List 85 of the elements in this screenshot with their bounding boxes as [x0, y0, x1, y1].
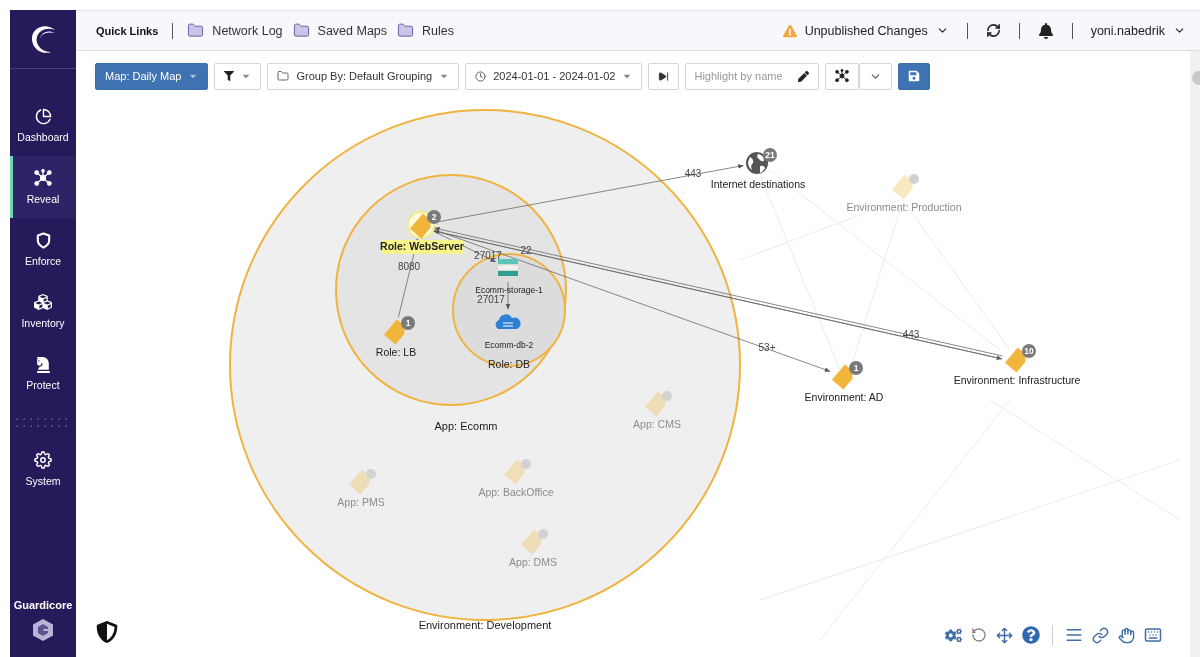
skip-forward-button[interactable]: [648, 62, 680, 90]
sidebar-item[interactable]: System: [10, 438, 76, 500]
logo-icon: [29, 24, 57, 54]
keyboard-button[interactable]: [1144, 626, 1162, 644]
sidebar-item[interactable]: Inventory: [10, 280, 76, 342]
sidebar-item[interactable]: Dashboard: [10, 94, 76, 156]
chess-knight-icon: [34, 355, 52, 373]
help-button[interactable]: [1022, 626, 1040, 644]
warning-icon: [782, 23, 797, 38]
save-icon: [908, 70, 921, 82]
shield-icon: [34, 231, 52, 249]
filter-icon: [224, 71, 235, 81]
group-by-dropdown[interactable]: Group By: Default Grouping: [267, 62, 460, 90]
sidebar-item[interactable]: Protect: [10, 342, 76, 404]
tag-icon: [892, 174, 913, 200]
pan-button[interactable]: [1118, 626, 1135, 644]
user-menu[interactable]: yoni.nabedrik: [1086, 23, 1190, 38]
badge-dot: [521, 459, 531, 469]
folder-icon: [277, 70, 290, 82]
brand-logo-icon: [33, 619, 53, 641]
settings-icon: [34, 451, 52, 469]
tag-icon: [521, 529, 542, 555]
badge-dot: [662, 391, 672, 401]
highlight-search-field[interactable]: Highlight by name: [685, 62, 820, 90]
port-label: 53+: [758, 341, 776, 353]
badge-dot: [366, 469, 376, 479]
group-label: Environment: Development: [418, 618, 552, 631]
port-label: 22: [520, 244, 532, 256]
port-label: 8080: [397, 260, 421, 272]
port-label: 443: [902, 328, 920, 340]
skip-forward-icon: [658, 70, 670, 82]
quick-link[interactable]: Network Log: [187, 22, 283, 39]
port-label: 27017: [477, 293, 505, 305]
group-label: App: Ecomm: [434, 419, 498, 432]
count-badge: 2: [427, 210, 441, 224]
sidebar-item[interactable]: Reveal: [10, 156, 76, 218]
pie-chart-icon: [34, 107, 52, 125]
list-button[interactable]: [1065, 626, 1083, 644]
port-label: 443: [684, 167, 702, 179]
count-badge: 1: [401, 316, 415, 330]
layout-button[interactable]: [825, 62, 860, 90]
badge-dot: [909, 174, 919, 184]
pencil-icon: [798, 70, 810, 82]
quick-link[interactable]: Rules: [397, 22, 454, 39]
folder-icon: [292, 22, 310, 39]
reset-button[interactable]: [971, 627, 987, 643]
folder-icon: [187, 22, 205, 39]
save-button[interactable]: [898, 62, 931, 90]
node-label[interactable]: Internet destinations: [710, 178, 806, 191]
link-button[interactable]: [1092, 626, 1109, 644]
storage-icon: [497, 259, 519, 276]
tag-icon: [504, 459, 525, 485]
node-label[interactable]: Environment: Infrastructure: [953, 374, 1081, 387]
count-badge: 1: [849, 361, 863, 375]
cubes-icon: [34, 293, 52, 311]
shield-icon: [96, 621, 118, 643]
tag-icon: [349, 469, 370, 495]
node-label[interactable]: Environment: Production: [846, 201, 962, 214]
network-hub-icon: [34, 169, 52, 187]
brand-name: Guardicore: [13, 599, 73, 611]
node-label[interactable]: Environment: AD: [804, 391, 884, 404]
filter-button[interactable]: [214, 62, 262, 90]
node-label[interactable]: Ecomm-db-2: [484, 339, 534, 350]
quick-links-label: Quick Links: [96, 24, 159, 37]
node-label[interactable]: Ecomm-storage-1: [475, 284, 543, 295]
count-badge: 10: [1022, 344, 1036, 358]
network-hub-icon: [835, 69, 850, 83]
badge-dot: [538, 529, 548, 539]
quick-link[interactable]: Saved Maps: [292, 22, 388, 39]
unpublished-changes-dropdown[interactable]: Unpublished Changes: [778, 23, 953, 38]
node-label[interactable]: Role: LB: [375, 346, 417, 359]
node-label[interactable]: Role: WebServer: [380, 240, 464, 253]
tag-icon: [384, 319, 405, 345]
map-select-button[interactable]: Map: Daily Map: [95, 62, 209, 90]
center-button[interactable]: [996, 626, 1013, 644]
folder-icon: [397, 22, 415, 39]
tag-icon: [832, 364, 853, 390]
sidebar-item[interactable]: Enforce: [10, 218, 76, 280]
clock-icon: [475, 70, 487, 82]
tag-icon: [1005, 347, 1026, 373]
tag-icon: [645, 391, 666, 417]
count-badge: 21: [763, 148, 777, 162]
database-cloud-icon: [495, 314, 521, 329]
date-range-dropdown[interactable]: 2024-01-01 - 2024-01-02: [465, 62, 643, 90]
settings-button[interactable]: [945, 626, 962, 644]
